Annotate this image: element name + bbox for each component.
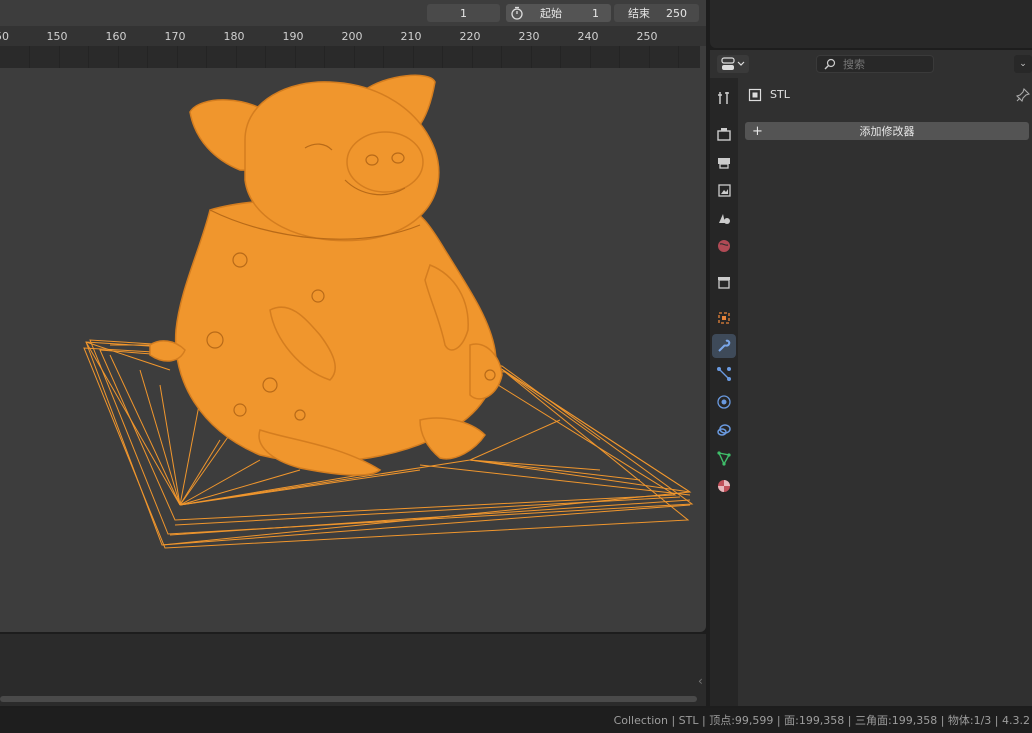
plus-icon: + — [752, 123, 763, 139]
ruler-tick-label: 210 — [400, 30, 422, 43]
ruler-tick-label: 200 — [341, 30, 363, 43]
timeline-grid-line — [177, 46, 178, 68]
data-icon — [717, 451, 731, 466]
properties-search-input[interactable]: 搜索 — [816, 55, 934, 73]
timeline-grid-line — [560, 46, 561, 68]
frame-end-label: 结束 — [628, 7, 650, 20]
tab-physics[interactable] — [712, 390, 736, 414]
frame-start-label: 起始 — [540, 7, 562, 20]
ruler-tick-label: 190 — [282, 30, 304, 43]
scene-icon — [719, 214, 730, 224]
search-icon — [824, 58, 836, 70]
tab-view-layer[interactable] — [712, 178, 736, 202]
timeline-grid-line — [265, 46, 266, 68]
chevron-down-icon: ⌄ — [1019, 59, 1027, 69]
view-layer-icon — [718, 184, 731, 197]
tab-output[interactable] — [712, 150, 736, 174]
tab-modifier[interactable] — [712, 334, 736, 358]
add-modifier-label: 添加修改器 — [859, 125, 915, 138]
stopwatch-icon[interactable] — [510, 6, 524, 20]
world-icon — [718, 240, 730, 252]
timeline-grid-line — [88, 46, 89, 68]
ruler-tick-label: 170 — [164, 30, 186, 43]
timeline-grid-line — [383, 46, 384, 68]
tab-data[interactable] — [712, 446, 736, 470]
properties-options-dropdown[interactable]: ⌄ — [1014, 55, 1032, 73]
pin-icon[interactable] — [1015, 87, 1031, 105]
tab-object[interactable] — [712, 306, 736, 330]
modifier-icon — [718, 339, 731, 352]
tool-icon — [718, 92, 729, 104]
frame-end-field[interactable]: 结束 250 — [614, 4, 699, 22]
tab-render[interactable] — [712, 122, 736, 146]
timeline-grid-line — [501, 46, 502, 68]
render-icon — [717, 128, 731, 141]
viewport-scene — [83, 74, 694, 549]
properties-body — [738, 78, 1032, 706]
tab-constraints[interactable] — [712, 418, 736, 442]
tab-world[interactable] — [712, 234, 736, 258]
timeline-grid-line — [531, 46, 532, 68]
ruler-tick-label: 250 — [636, 30, 658, 43]
search-placeholder: 搜索 — [843, 58, 865, 71]
timeline-grid-line — [324, 46, 325, 68]
object-icon — [718, 312, 730, 324]
tab-tool[interactable] — [712, 86, 736, 110]
output-icon — [718, 158, 730, 169]
frame-start-value: 1 — [592, 6, 599, 20]
timeline-grid-line — [619, 46, 620, 68]
status-text: Collection | STL | 顶点:99,599 | 面:199,358… — [613, 714, 1030, 727]
frame-start-field[interactable]: 起始 1 — [506, 4, 611, 22]
constraints-icon — [717, 424, 731, 436]
editor-type-icon — [721, 57, 745, 70]
object-name-label: STL — [770, 88, 790, 101]
3d-viewport[interactable] — [0, 0, 706, 632]
timeline-grid-line — [590, 46, 591, 68]
ruler-tick-label: 180 — [223, 30, 245, 43]
timeline-grid-line — [206, 46, 207, 68]
physics-icon — [717, 395, 731, 409]
outliner-panel[interactable] — [710, 0, 1032, 48]
collapse-arrow-icon[interactable]: ‹ — [698, 674, 703, 688]
timeline-grid-line — [59, 46, 60, 68]
frame-end-value: 250 — [666, 6, 687, 20]
ruler-tick-label: 240 — [577, 30, 599, 43]
timeline-grid-line — [678, 46, 679, 68]
timeline-grid-line — [236, 46, 237, 68]
timeline-grid-line — [413, 46, 414, 68]
timeline-grid-line — [295, 46, 296, 68]
particles-icon — [717, 367, 731, 381]
editor-type-button[interactable] — [717, 55, 749, 73]
ruler-tick-label: 50 — [0, 30, 9, 43]
add-modifier-button[interactable]: 添加修改器 — [745, 122, 1029, 140]
timeline-grid-line — [442, 46, 443, 68]
ruler-tick-label: 150 — [46, 30, 68, 43]
collection-icon — [718, 277, 730, 289]
mesh-object-icon — [748, 88, 762, 105]
timeline-track-area[interactable] — [0, 46, 700, 68]
current-frame-field[interactable]: 1 — [427, 4, 500, 22]
current-frame-value: 1 — [460, 6, 467, 20]
timeline-grid-line — [472, 46, 473, 68]
ruler-tick-label: 220 — [459, 30, 481, 43]
ruler-tick-label: 160 — [105, 30, 127, 43]
tab-particles[interactable] — [712, 362, 736, 386]
stl-pig-model — [149, 74, 503, 476]
timeline-grid-line — [147, 46, 148, 68]
timeline-scrollbar[interactable] — [0, 696, 697, 702]
tab-material[interactable] — [712, 474, 736, 498]
tab-collection[interactable] — [712, 270, 736, 294]
timeline-grid-line — [29, 46, 30, 68]
ruler-tick-label: 230 — [518, 30, 540, 43]
material-icon — [718, 480, 730, 492]
timeline-grid-line — [354, 46, 355, 68]
tab-scene[interactable] — [712, 206, 736, 230]
timeline-grid-line — [118, 46, 119, 68]
timeline-grid-line — [649, 46, 650, 68]
